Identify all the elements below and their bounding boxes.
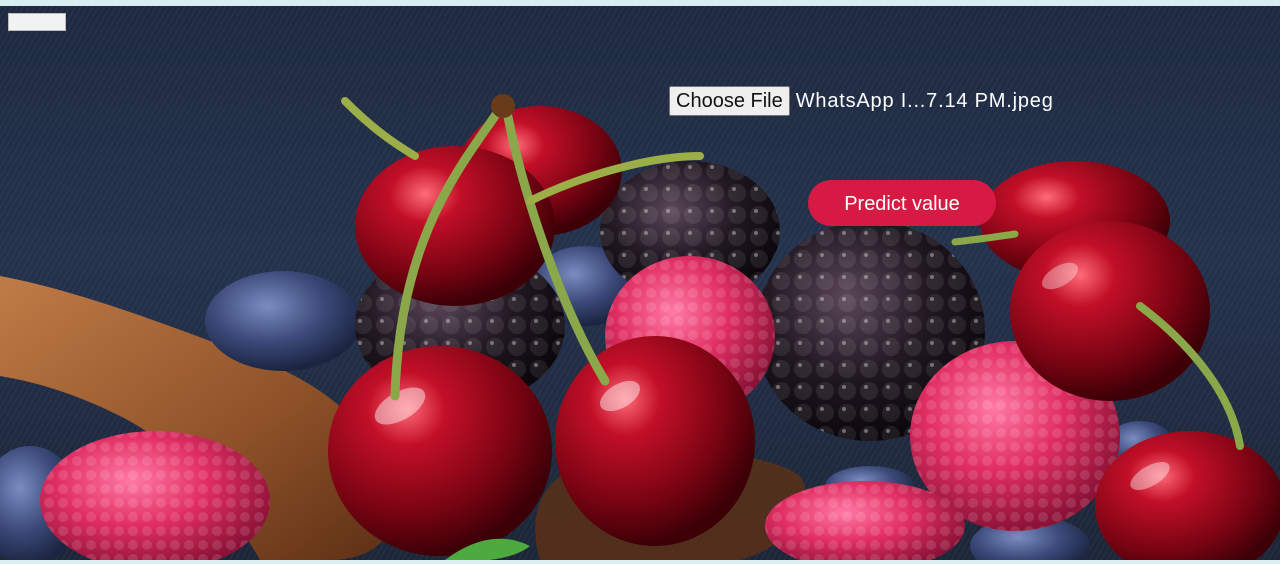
choose-file-button[interactable]: Choose File	[669, 86, 790, 116]
predict-value-button[interactable]: Predict value	[808, 180, 996, 226]
page-background: Choose File WhatsApp I...7.14 PM.jpeg Pr…	[0, 6, 1280, 560]
top-left-box	[8, 13, 66, 31]
selected-file-name: WhatsApp I...7.14 PM.jpeg	[795, 89, 1054, 112]
file-upload-row: Choose File WhatsApp I...7.14 PM.jpeg	[669, 86, 1054, 116]
berries-background-image	[0, 94, 1280, 560]
